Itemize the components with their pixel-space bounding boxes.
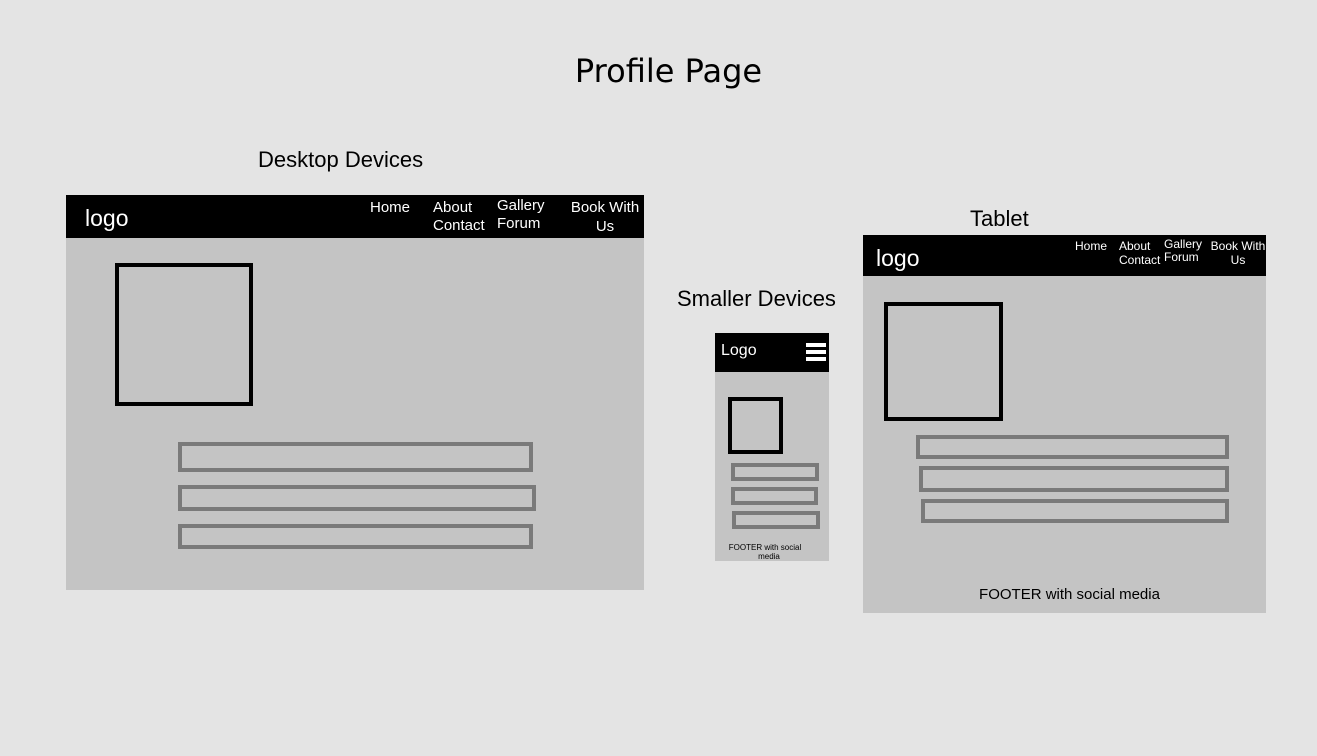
tablet-nav-book[interactable]: Book With Us xyxy=(1209,239,1267,268)
smaller-profile-image-placeholder xyxy=(728,397,783,454)
tablet-navbar: logo Home About Contact Gallery Forum Bo… xyxy=(863,235,1266,276)
tablet-heading: Tablet xyxy=(970,206,1029,231)
smaller-footer-line2: media xyxy=(758,552,780,562)
smaller-content-bar-2 xyxy=(731,487,818,505)
smaller-navbar: Logo xyxy=(715,333,829,372)
smaller-footer-line1: FOOTER with social xyxy=(728,543,802,552)
smaller-content-bar-1 xyxy=(731,463,819,481)
desktop-nav-home[interactable]: Home xyxy=(370,199,410,217)
smaller-wireframe: Logo FOOTER with social media xyxy=(715,333,829,561)
tablet-wireframe: logo Home About Contact Gallery Forum Bo… xyxy=(863,235,1266,613)
tablet-nav-home[interactable]: Home xyxy=(1075,239,1107,253)
desktop-nav-book-line1: Book With xyxy=(570,199,640,216)
smaller-content-bar-3 xyxy=(732,511,820,529)
smaller-footer: FOOTER with social media xyxy=(715,543,815,561)
tablet-nav-about[interactable]: About xyxy=(1119,239,1150,253)
hamburger-line xyxy=(806,357,826,361)
desktop-content-bar-3 xyxy=(178,524,533,549)
tablet-content-bar-2 xyxy=(919,466,1229,492)
tablet-nav-forum[interactable]: Forum xyxy=(1164,250,1199,264)
tablet-logo[interactable]: logo xyxy=(876,245,919,272)
tablet-nav-book-line2: Us xyxy=(1230,253,1246,268)
desktop-wireframe: logo Home About Contact Gallery Forum Bo… xyxy=(66,195,644,590)
desktop-profile-image-placeholder xyxy=(115,263,253,406)
tablet-profile-image-placeholder xyxy=(884,302,1003,421)
desktop-navbar: logo Home About Contact Gallery Forum Bo… xyxy=(66,195,644,238)
tablet-footer: FOOTER with social media xyxy=(979,586,1160,603)
desktop-nav-forum[interactable]: Forum xyxy=(497,215,540,233)
desktop-nav-book-line2: Us xyxy=(595,217,615,235)
tablet-nav-book-line1: Book With xyxy=(1210,239,1266,253)
page-title: Profile Page xyxy=(574,52,763,90)
desktop-heading: Desktop Devices xyxy=(258,147,424,172)
desktop-logo[interactable]: logo xyxy=(85,205,128,232)
desktop-content-bar-2 xyxy=(178,485,536,511)
smaller-heading: Smaller Devices xyxy=(677,286,836,311)
desktop-nav-contact[interactable]: Contact xyxy=(433,217,485,235)
hamburger-line xyxy=(806,343,826,347)
smaller-logo[interactable]: Logo xyxy=(721,342,757,360)
tablet-content-bar-3 xyxy=(921,499,1229,523)
desktop-nav-about[interactable]: About xyxy=(433,199,472,217)
desktop-content-bar-1 xyxy=(178,442,533,472)
hamburger-line xyxy=(806,350,826,354)
hamburger-menu-icon[interactable] xyxy=(806,343,826,364)
tablet-nav-contact[interactable]: Contact xyxy=(1119,253,1160,267)
desktop-nav-gallery[interactable]: Gallery xyxy=(497,197,545,215)
desktop-nav-book[interactable]: Book With Us xyxy=(569,199,641,235)
tablet-content-bar-1 xyxy=(916,435,1229,459)
